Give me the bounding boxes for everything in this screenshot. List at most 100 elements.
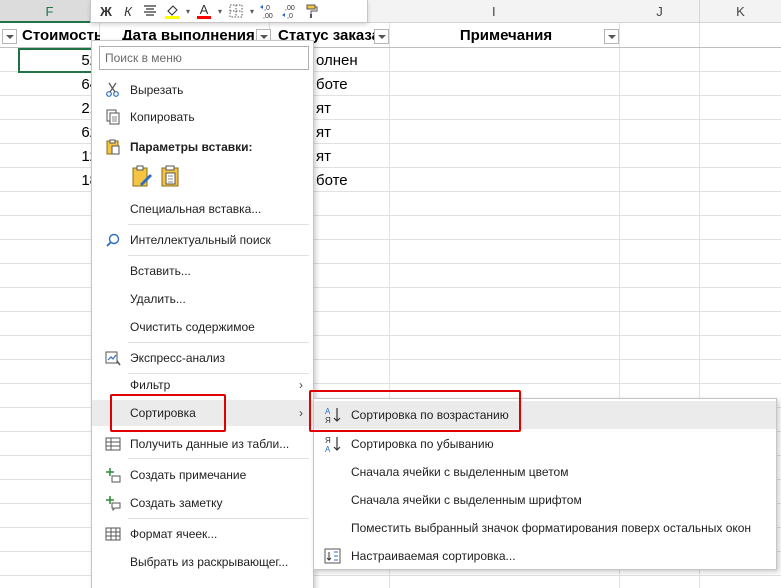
menu-item-label: Очистить содержимое: [130, 320, 255, 334]
header-notes[interactable]: Примечания: [392, 23, 620, 48]
active-cell-selection: [18, 48, 100, 73]
menu-separator: [128, 458, 309, 459]
annotation-highlight-ascending: [309, 390, 521, 432]
submenu-item-font-color-first[interactable]: Сначала ячейки с выделенным шрифтом: [314, 486, 776, 514]
font-color-letter: А: [199, 1, 209, 17]
mini-toolbar: Ж К ▾ А ▾ ▾ ,0,00 ,00,0: [90, 0, 368, 23]
bold-button[interactable]: Ж: [95, 0, 117, 22]
svg-text:A: A: [325, 445, 331, 453]
menu-item-label: Удалить...: [130, 292, 186, 306]
cell-status[interactable]: ят: [316, 97, 390, 121]
menu-item-cut[interactable]: Вырезать: [92, 77, 313, 103]
table-icon: [104, 435, 122, 453]
header-cost[interactable]: Стоимость: [18, 23, 100, 48]
submenu-item-label: Сортировка по убыванию: [351, 437, 494, 451]
submenu-item-icon-on-top[interactable]: Поместить выбранный значок форматировани…: [314, 514, 776, 542]
chevron-right-icon: ›: [299, 378, 303, 392]
submenu-item-label: Сначала ячейки с выделенным шрифтом: [351, 493, 582, 507]
sort-descending-icon: ЯA: [324, 435, 342, 454]
svg-text:,00: ,00: [263, 13, 273, 19]
menu-item-new-note[interactable]: Создать заметку: [92, 490, 313, 516]
menu-item-quick-analysis[interactable]: Экспресс-анализ: [92, 345, 313, 371]
quick-analysis-icon: [104, 349, 122, 367]
borders-button[interactable]: [225, 0, 247, 22]
cell-status[interactable]: боте: [316, 169, 390, 193]
svg-text:,0: ,0: [287, 13, 293, 19]
svg-text:,00: ,00: [285, 5, 295, 12]
menu-item-label: Параметры вставки:: [130, 140, 253, 154]
cell-cost[interactable]: 64: [18, 73, 100, 97]
menu-item-label: Экспресс-анализ: [130, 351, 226, 365]
menu-separator: [128, 342, 309, 343]
borders-dropdown[interactable]: ▾: [247, 0, 257, 22]
scissors-icon: [104, 81, 122, 99]
cell-status[interactable]: олнен: [316, 49, 390, 73]
filter-dropdown-button[interactable]: [374, 29, 389, 44]
menu-item-format-cells[interactable]: Формат ячеек...: [92, 521, 313, 547]
format-painter-icon: [306, 4, 318, 18]
clipboard-icon: [104, 138, 122, 156]
menu-item-label: Выбрать из раскрывающег...: [130, 555, 289, 569]
menu-item-new-comment[interactable]: Создать примечание: [92, 462, 313, 488]
format-cells-icon: [104, 525, 122, 543]
cell-cost[interactable]: 12: [18, 145, 100, 169]
align-center-button[interactable]: [139, 0, 161, 22]
menu-item-paste-special[interactable]: Специальная вставка...: [92, 196, 313, 222]
fill-color-button[interactable]: [161, 0, 183, 22]
menu-item-label: Вставить...: [130, 264, 191, 278]
menu-separator: [128, 224, 309, 225]
cell-status[interactable]: ят: [316, 145, 390, 169]
font-color-dropdown[interactable]: ▾: [215, 0, 225, 22]
menu-item-delete[interactable]: Удалить...: [92, 286, 313, 312]
menu-item-paste-options: Параметры вставки:: [92, 134, 313, 160]
submenu-item-custom-sort[interactable]: Настраиваемая сортировка...: [314, 542, 776, 570]
font-color-button[interactable]: А: [193, 0, 215, 22]
submenu-item-cell-color-first[interactable]: Сначала ячейки с выделенным цветом: [314, 458, 776, 486]
menu-item-pick-from-list[interactable]: Выбрать из раскрывающег...: [92, 549, 313, 575]
cell-cost[interactable]: 21: [18, 97, 100, 121]
menu-item-smart-lookup[interactable]: Интеллектуальный поиск: [92, 227, 313, 253]
align-center-icon: [144, 5, 156, 16]
borders-icon: [229, 4, 243, 18]
paste-option-values-button[interactable]: [158, 164, 182, 190]
column-header-f[interactable]: F: [0, 0, 100, 23]
font-color-swatch: [197, 15, 211, 19]
paste-option-formatting-button[interactable]: [130, 164, 154, 190]
italic-button[interactable]: К: [117, 0, 139, 22]
menu-item-label: Копировать: [130, 110, 195, 124]
menu-separator: [128, 518, 309, 519]
paint-bucket-icon: [165, 5, 179, 19]
menu-item-label: Создать заметку: [130, 496, 223, 510]
new-note-icon: [104, 494, 122, 512]
format-painter-button[interactable]: [301, 0, 323, 22]
cell-status[interactable]: боте: [316, 73, 390, 97]
submenu-item-sort-descending[interactable]: ЯA Сортировка по убыванию: [314, 430, 776, 458]
fill-color-dropdown[interactable]: ▾: [183, 0, 193, 22]
menu-item-get-data[interactable]: Получить данные из табли...: [92, 431, 313, 457]
cell-status[interactable]: ят: [316, 121, 390, 145]
decrease-decimal-icon: ,00,0: [282, 5, 295, 19]
menu-item-label: Формат ячеек...: [130, 527, 218, 541]
cell-cost[interactable]: 62: [18, 121, 100, 145]
menu-item-label: Создать примечание: [130, 468, 247, 482]
cell-cost[interactable]: 18: [18, 169, 100, 193]
submenu-item-label: Сначала ячейки с выделенным цветом: [351, 465, 569, 479]
paste-formatting-icon: [132, 165, 152, 187]
annotation-highlight-sort: [110, 394, 226, 432]
filter-dropdown-button[interactable]: [2, 29, 17, 44]
context-menu: Вырезать Копировать Параметры вставки: С…: [91, 40, 314, 588]
menu-item-insert[interactable]: Вставить...: [92, 258, 313, 284]
menu-search-input[interactable]: [99, 46, 309, 70]
new-comment-icon: [104, 466, 122, 484]
submenu-item-label: Настраиваемая сортировка...: [351, 549, 516, 563]
menu-item-label: Вырезать: [130, 83, 184, 97]
menu-item-label: Фильтр: [130, 378, 171, 392]
filter-dropdown-button[interactable]: [604, 29, 619, 44]
increase-decimal-button[interactable]: ,0,00: [257, 0, 279, 22]
decrease-decimal-button[interactable]: ,00,0: [279, 0, 301, 22]
copy-icon: [104, 108, 122, 126]
column-header-k[interactable]: K: [700, 0, 781, 23]
menu-item-copy[interactable]: Копировать: [92, 104, 313, 130]
column-header-j[interactable]: J: [620, 0, 700, 23]
menu-item-clear-contents[interactable]: Очистить содержимое: [92, 314, 313, 340]
